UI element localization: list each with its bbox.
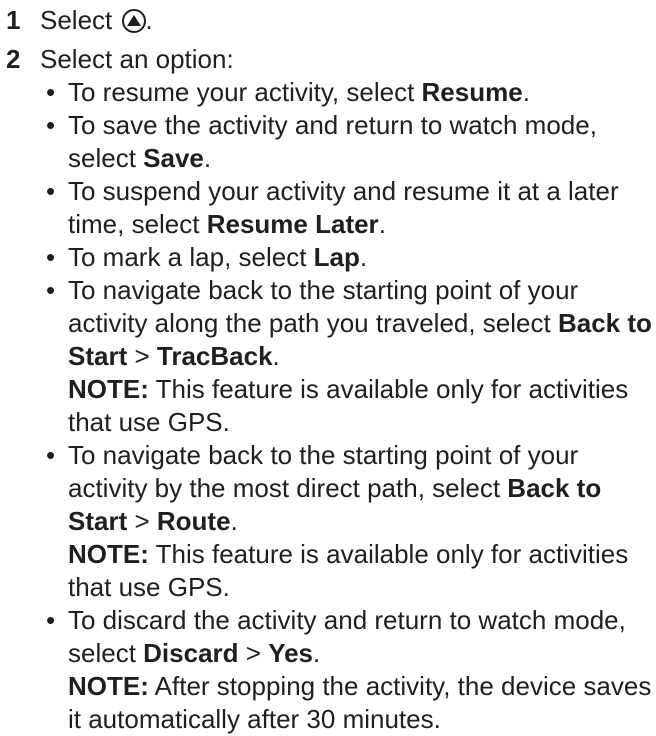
step-body: Select . (40, 4, 656, 37)
note: NOTE: After stopping the activity, the d… (68, 670, 656, 736)
note-label: NOTE: (68, 671, 149, 701)
option-text: . (522, 77, 530, 107)
option-text: To mark a lap, select (68, 242, 314, 272)
step-text: Select an option: (40, 44, 234, 74)
option-separator: > (238, 638, 269, 668)
option-separator: > (127, 341, 157, 371)
option-text: . (313, 638, 321, 668)
option-command: Resume Later (206, 209, 379, 239)
note: NOTE: This feature is available only for… (68, 373, 656, 439)
step-2: 2 Select an option: • To resume your act… (6, 43, 656, 736)
bullet: • (46, 242, 56, 272)
note: NOTE: This feature is available only for… (68, 538, 656, 604)
step-body: Select an option: • To resume your activ… (40, 43, 656, 736)
option-text: To resume your activity, select (68, 77, 422, 107)
option-item: • To save the activity and return to wat… (40, 109, 656, 175)
option-command: TracBack (156, 341, 273, 371)
step-number: 1 (6, 5, 21, 35)
up-arrow-button-icon (121, 9, 146, 33)
option-command: Yes (268, 638, 314, 668)
option-command: Route (156, 506, 231, 536)
option-separator: > (127, 506, 157, 536)
option-command: Save (143, 143, 204, 173)
bullet: • (46, 275, 56, 305)
option-text: . (203, 143, 212, 173)
option-text: . (272, 341, 280, 371)
instruction-document: 1 Select . 2 Select an option: • To resu… (0, 0, 656, 736)
option-command: Lap (313, 242, 360, 272)
option-item: • To resume your activity, select Resume… (40, 76, 656, 109)
option-item: • To navigate back to the starting point… (40, 274, 656, 439)
option-text: . (230, 506, 238, 536)
bullet: • (46, 77, 56, 107)
option-item: • To navigate back to the starting point… (40, 439, 656, 604)
option-list: • To resume your activity, select Resume… (40, 76, 656, 736)
step-text: Select (40, 5, 120, 35)
bullet: • (46, 110, 56, 140)
option-text: . (378, 209, 386, 239)
option-text: To navigate back to the starting point o… (68, 275, 579, 338)
option-item: • To discard the activity and return to … (40, 604, 656, 736)
note-text: This feature is available only for activ… (68, 539, 629, 602)
note-label: NOTE: (68, 539, 149, 569)
note-text: After stopping the activity, the device … (68, 671, 652, 734)
bullet: • (46, 440, 56, 470)
note-text: This feature is available only for activ… (68, 374, 629, 437)
bullet: • (46, 605, 56, 635)
option-text: To navigate back to the starting point o… (68, 440, 579, 503)
option-command: Discard (143, 638, 239, 668)
note-label: NOTE: (68, 374, 149, 404)
bullet: • (46, 176, 56, 206)
option-item: • To suspend your activity and resume it… (40, 175, 656, 241)
step-number: 2 (6, 44, 21, 74)
option-item: • To mark a lap, select Lap. (40, 241, 656, 274)
option-text: . (359, 242, 368, 272)
step-1: 1 Select . (6, 4, 656, 37)
step-text-end: . (145, 5, 153, 35)
option-command: Resume (421, 77, 523, 107)
